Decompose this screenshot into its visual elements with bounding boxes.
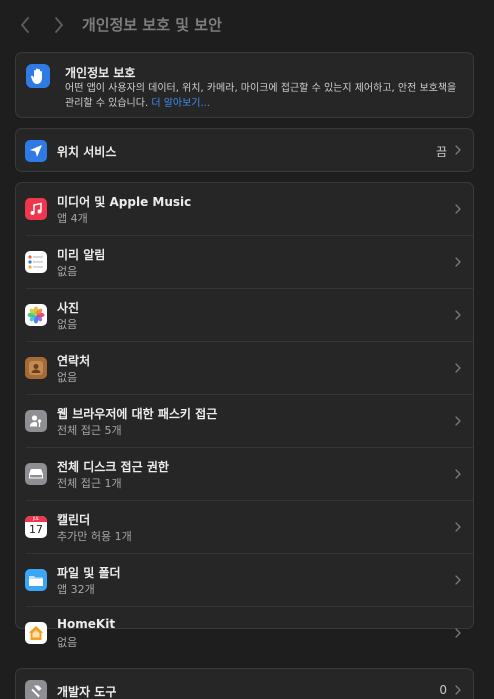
page-title: 개인정보 보호 및 보안 — [82, 16, 222, 34]
chevron-right-icon — [455, 310, 461, 320]
list-item-subtitle: 전체 접근 5개 — [57, 424, 122, 437]
list-item-full-disk-access[interactable]: 전체 디스크 접근 권한 전체 접근 1개 — [16, 448, 473, 501]
hand-raised-icon — [26, 64, 50, 88]
calendar-icon: JUL 17 — [25, 516, 47, 538]
reminders-icon — [25, 251, 47, 273]
toolbar: 개인정보 보호 및 보안 — [0, 0, 494, 50]
chevron-right-icon — [455, 363, 461, 373]
forward-button[interactable] — [49, 15, 69, 35]
disk-drive-icon — [25, 463, 47, 485]
list-item-title: 웹 브라우저에 대한 패스키 접근 — [57, 407, 218, 421]
developer-tools-card: 개발자 도구 0 — [15, 668, 474, 699]
privacy-banner: 개인정보 보호 어떤 앱이 사용자의 데이터, 위치, 카메라, 마이크에 접근… — [15, 52, 474, 118]
chevron-right-icon — [455, 204, 461, 214]
location-services-card: 위치 서비스 끔 — [15, 128, 474, 172]
list-item-homekit[interactable]: HomeKit 없음 — [16, 607, 473, 660]
list-item-subtitle: 추가만 허용 1개 — [57, 530, 132, 543]
calendar-day: 17 — [29, 523, 43, 536]
list-item-subtitle: 앱 32개 — [57, 583, 95, 596]
list-item-contacts[interactable]: 연락처 없음 — [16, 342, 473, 395]
learn-more-link[interactable]: 더 알아보기... — [151, 98, 210, 109]
chevron-right-icon — [55, 17, 64, 33]
back-button[interactable] — [15, 15, 35, 35]
list-item-title: 파일 및 폴더 — [57, 566, 121, 580]
list-item-subtitle: 없음 — [57, 636, 78, 649]
chevron-right-icon — [455, 522, 461, 532]
photos-icon — [25, 304, 47, 326]
chevron-right-icon — [455, 469, 461, 479]
privacy-categories-list: 미디어 및 Apple Music 앱 4개 미리 알림 없음 사진 없음 연락… — [15, 182, 474, 649]
privacy-banner-description: 어떤 앱이 사용자의 데이터, 위치, 카메라, 마이크에 접근할 수 있는지 … — [65, 81, 460, 111]
developer-tools-label: 개발자 도구 — [57, 685, 117, 699]
privacy-banner-text: 어떤 앱이 사용자의 데이터, 위치, 카메라, 마이크에 접근할 수 있는지 … — [65, 83, 457, 109]
list-item-title: 연락처 — [57, 354, 91, 368]
list-item-files-folders[interactable]: 파일 및 폴더 앱 32개 — [16, 554, 473, 607]
list-item-title: 사진 — [57, 301, 80, 315]
list-item-calendar[interactable]: JUL 17 캘린더 추가만 허용 1개 — [16, 501, 473, 554]
chevron-right-icon — [455, 257, 461, 267]
list-item-subtitle: 없음 — [57, 318, 78, 331]
list-item-media-music[interactable]: 미디어 및 Apple Music 앱 4개 — [16, 183, 473, 236]
list-item-passkeys[interactable]: 웹 브라우저에 대한 패스키 접근 전체 접근 5개 — [16, 395, 473, 448]
chevron-right-icon — [455, 685, 461, 695]
developer-tools-value: 0 — [439, 683, 447, 697]
list-item-title: 미디어 및 Apple Music — [57, 195, 192, 209]
chevron-right-icon — [455, 416, 461, 426]
list-item-title: 캘린더 — [57, 513, 91, 527]
passkey-person-icon — [25, 410, 47, 432]
chevron-right-icon — [455, 628, 461, 638]
location-services-value: 끔 — [435, 145, 447, 159]
list-item-reminders[interactable]: 미리 알림 없음 — [16, 236, 473, 289]
hammer-icon — [25, 680, 47, 699]
folder-icon — [25, 569, 47, 591]
location-services-row[interactable]: 위치 서비스 끔 — [16, 129, 473, 171]
list-item-subtitle: 없음 — [57, 371, 78, 384]
list-item-subtitle: 없음 — [57, 265, 78, 278]
music-note-icon — [25, 198, 47, 220]
chevron-left-icon — [20, 17, 29, 33]
contacts-icon — [25, 357, 47, 379]
list-item-title: 전체 디스크 접근 권한 — [57, 460, 169, 474]
chevron-right-icon — [455, 145, 461, 155]
chevron-right-icon — [455, 575, 461, 585]
list-item-photos[interactable]: 사진 없음 — [16, 289, 473, 342]
location-services-label: 위치 서비스 — [57, 145, 117, 159]
list-item-subtitle: 전체 접근 1개 — [57, 477, 122, 490]
list-item-title: 미리 알림 — [57, 248, 106, 262]
list-item-subtitle: 앱 4개 — [57, 212, 88, 225]
list-item-title: HomeKit — [57, 617, 116, 631]
privacy-banner-title: 개인정보 보호 — [65, 66, 136, 80]
home-icon — [25, 622, 47, 644]
developer-tools-row[interactable]: 개발자 도구 0 — [16, 669, 473, 699]
location-arrow-icon — [25, 140, 47, 162]
